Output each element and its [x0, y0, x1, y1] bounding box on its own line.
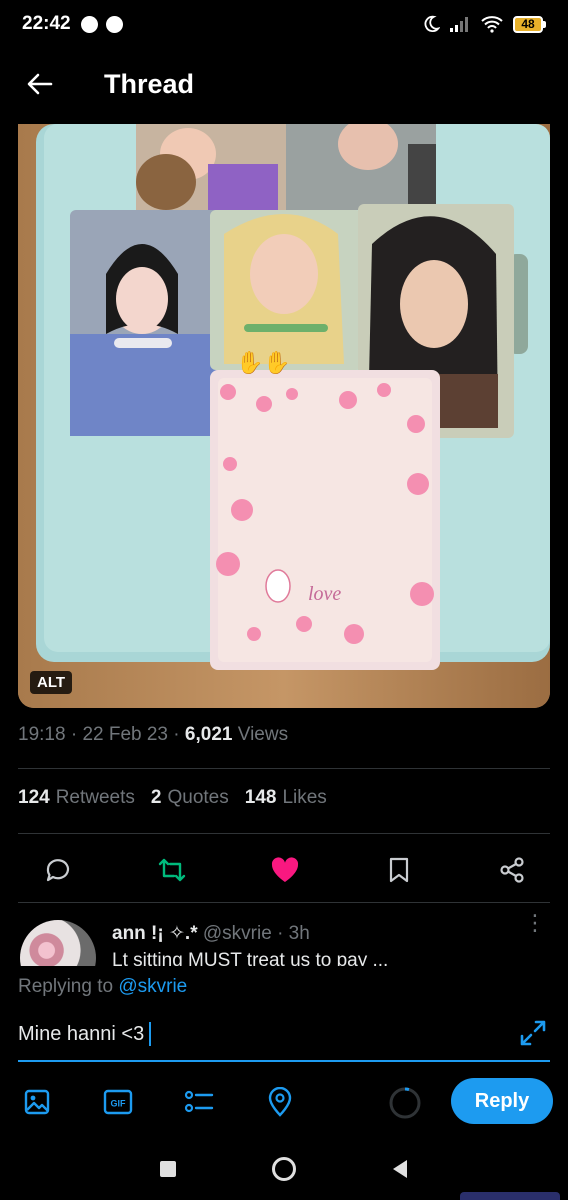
- moon-icon: [424, 15, 440, 33]
- photo-image: love ✋✋: [18, 124, 550, 708]
- share-action-button[interactable]: [494, 852, 530, 888]
- divider: [18, 833, 550, 834]
- wifi-icon: [481, 16, 503, 33]
- like-action-button[interactable]: [267, 852, 303, 888]
- more-options-icon[interactable]: ⋮: [524, 912, 546, 934]
- reply-time: 3h: [288, 923, 310, 944]
- reply-author: ann !¡ ✧.* @skvrie · 3h: [112, 923, 310, 944]
- tweet-photo[interactable]: love ✋✋ ALT: [18, 124, 550, 708]
- circle-icon: [272, 1157, 296, 1181]
- signal-icon: [450, 17, 468, 32]
- spotify-icon: [80, 15, 98, 33]
- status-bar: 22:42 48: [0, 0, 568, 48]
- triangle-back-icon: [393, 1160, 407, 1178]
- divider: [18, 768, 550, 769]
- avatar[interactable]: [20, 920, 96, 966]
- svg-text:✋✋: ✋✋: [236, 350, 291, 376]
- replying-to-label: Replying to @skvrie: [18, 976, 188, 997]
- expand-icon: [520, 1020, 546, 1046]
- divider: [18, 902, 550, 903]
- reply-text: Lt sitting MUST treat us to pay ...: [112, 950, 389, 966]
- reply-input[interactable]: Mine hanni <3: [18, 1022, 152, 1046]
- views-count: 6,021: [184, 724, 233, 745]
- poll-icon: [184, 1090, 214, 1113]
- retweet-icon: [158, 858, 185, 882]
- share-icon: [500, 857, 524, 883]
- battery-level: 48: [513, 15, 543, 33]
- bookmark-action-button[interactable]: [381, 852, 417, 888]
- reply-author-name[interactable]: ann !¡ ✧.*: [112, 923, 198, 944]
- status-time: 22:42: [22, 13, 71, 34]
- reply-action-button[interactable]: [40, 852, 76, 888]
- reply-icon: [46, 859, 70, 882]
- svg-text:love: love: [308, 583, 341, 605]
- android-nav-bar: [0, 1138, 568, 1200]
- reply-button[interactable]: Reply: [451, 1078, 553, 1124]
- blocked-icon: [105, 15, 123, 33]
- tweet-stats: 124 Retweets 2 Quotes 148 Likes: [18, 787, 327, 809]
- add-poll-button[interactable]: [184, 1087, 214, 1117]
- location-icon: [268, 1087, 292, 1117]
- heart-icon: [271, 857, 299, 882]
- svg-text:GIF: GIF: [111, 1099, 127, 1109]
- composer-toolbar: GIF Reply: [0, 1078, 568, 1126]
- tweet-date: 22 Feb 23: [82, 724, 169, 745]
- back-button[interactable]: [12, 56, 68, 112]
- tweet-time: 19:18: [18, 724, 66, 745]
- image-icon: [24, 1089, 50, 1115]
- add-image-button[interactable]: [22, 1087, 52, 1117]
- reply-tweet-preview[interactable]: ann !¡ ✧.* @skvrie · 3h Lt sitting MUST …: [0, 906, 568, 966]
- recent-apps-button[interactable]: [154, 1155, 182, 1183]
- battery-icon: 48: [513, 15, 546, 33]
- bookmark-icon: [389, 857, 408, 883]
- tweet-meta: 19:18 · 22 Feb 23 · 6,021 Views: [18, 724, 289, 745]
- views-label: Views: [237, 724, 289, 745]
- system-back-button[interactable]: [386, 1155, 414, 1183]
- page-title: Thread: [104, 68, 195, 99]
- reply-input-value: Mine hanni <3: [18, 1022, 145, 1045]
- gif-icon: GIF: [103, 1089, 133, 1115]
- replying-to-mention[interactable]: @skvrie: [118, 976, 187, 997]
- likes-stat[interactable]: 148 Likes: [245, 787, 327, 809]
- home-button[interactable]: [270, 1155, 298, 1183]
- quotes-stat[interactable]: 2 Quotes: [151, 787, 229, 809]
- keyboard-indicator: [460, 1192, 560, 1200]
- square-icon: [160, 1161, 176, 1177]
- text-caret: [149, 1022, 152, 1046]
- reply-author-handle: @skvrie: [202, 923, 272, 944]
- add-location-button[interactable]: [265, 1087, 295, 1117]
- input-underline: [18, 1060, 550, 1062]
- thread-header: Thread: [0, 48, 568, 120]
- tweet-action-bar: [0, 846, 568, 894]
- back-arrow-icon: [27, 73, 53, 95]
- character-count-ring: [389, 1087, 421, 1119]
- add-gif-button[interactable]: GIF: [103, 1087, 133, 1117]
- retweet-action-button[interactable]: [154, 852, 190, 888]
- expand-composer-button[interactable]: [518, 1018, 548, 1048]
- reply-composer: Replying to @skvrie Mine hanni <3 GIF Re…: [0, 966, 568, 1138]
- retweets-stat[interactable]: 124 Retweets: [18, 787, 135, 809]
- alt-text-badge[interactable]: ALT: [30, 671, 73, 694]
